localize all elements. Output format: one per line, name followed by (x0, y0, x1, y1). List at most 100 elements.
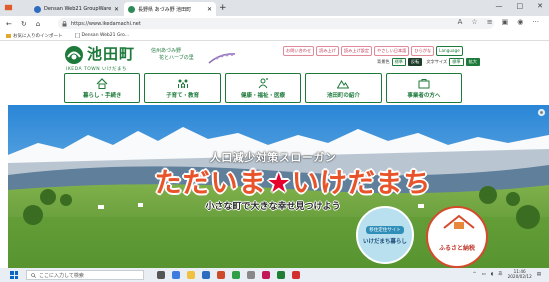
lock-icon (62, 20, 67, 26)
read-aloud-settings-link[interactable]: 読み上げ設定 (340, 46, 373, 56)
back-icon[interactable]: ← (6, 20, 12, 28)
volume-icon[interactable]: ◖ (491, 272, 493, 277)
health-icon (258, 77, 269, 88)
favorite-star-icon[interactable]: ☆ (471, 18, 477, 26)
nav-business[interactable]: 事業者の方へ (385, 73, 463, 103)
tab-title: 長野県 あづみ野 池田町 (138, 6, 192, 13)
favorite-import[interactable]: お気に入りのインポート (6, 33, 63, 39)
site-logo-text[interactable]: 池田町 (87, 43, 135, 64)
slogan-main-part: いけだまち (291, 168, 432, 199)
more-menu-icon[interactable]: ··· (532, 18, 539, 26)
acrobat-icon[interactable] (292, 271, 300, 279)
start-button[interactable] (10, 271, 18, 279)
favorite-label: お気に入りのインポート (13, 33, 63, 39)
browser-toolbar: A ☆ ≡ ▣ ◉ ··· (458, 18, 539, 26)
display-options: 背景色 標準 反転 文字サイズ 標準 拡大 (377, 58, 480, 66)
clock[interactable]: 11:46 2020/02/12 (508, 269, 532, 279)
maximize-button[interactable]: □ (517, 2, 524, 10)
slogan-main-part: ただいま (154, 168, 267, 199)
settings-gear-icon[interactable] (537, 108, 546, 117)
app-icon[interactable] (247, 271, 255, 279)
collections-icon[interactable]: ▣ (502, 18, 509, 26)
page-icon (74, 33, 80, 38)
contact-link[interactable]: お問い合わせ (283, 46, 315, 56)
house-icon (96, 77, 108, 89)
network-icon[interactable]: ▭ (481, 272, 485, 277)
task-view-icon[interactable] (157, 271, 165, 279)
system-tray: ^ ▭ ◖ あ 11:46 2020/02/12 ▤ (473, 269, 541, 279)
chrome-icon[interactable] (232, 271, 240, 279)
browser-tab-bar: Densan Web21 GroupWare v4.1.8 ✕ 長野県 あづみ野… (0, 0, 549, 16)
nav-label: 健康・福祉・医療 (241, 92, 286, 99)
tray-chevron-icon[interactable]: ^ (473, 272, 477, 277)
briefcase-icon (418, 78, 430, 88)
search-icon (31, 272, 36, 278)
tagline-line: 花とハーブの里 (159, 55, 194, 61)
read-aloud-link[interactable]: 読み上げ (316, 46, 339, 56)
clock-date: 2020/02/12 (507, 274, 532, 279)
explorer-icon[interactable] (187, 271, 195, 279)
favorites-list-icon[interactable]: ≡ (487, 18, 493, 26)
minimize-button[interactable]: — (496, 2, 503, 10)
new-tab-button[interactable]: + (219, 3, 227, 13)
window-controls: — □ ✕ (496, 2, 544, 10)
outlook-icon[interactable] (202, 271, 210, 279)
hometown-tax-badge[interactable]: ふるさと納税 (426, 206, 488, 268)
browser-tab-groupware[interactable]: Densan Web21 GroupWare v4.1.8 ✕ (30, 2, 123, 16)
bg-standard-button[interactable]: 標準 (391, 58, 406, 66)
home-icon[interactable]: ⌂ (36, 20, 40, 28)
os-taskbar: ここに入力して検索 ^ ▭ ◖ あ 11:46 2020/02/12 ▤ (0, 268, 549, 282)
taskbar-apps (157, 271, 300, 279)
gift-roof-icon (443, 214, 475, 229)
easy-japanese-link[interactable]: やさしい日本語 (374, 46, 410, 56)
browser-tab-ikeda[interactable]: 長野県 あづみ野 池田町 ✕ (124, 2, 216, 16)
category-nav: 暮らし・手続き 子育て・教育 健康・福祉・医療 池田町の紹介 事業者の方へ (64, 73, 463, 103)
read-aloud-icon[interactable]: A (458, 18, 463, 26)
favorite-densan[interactable]: Densan Web21 Gro... (74, 33, 130, 38)
hero-banner[interactable]: 人口減少対策スローガン ただいま★いけだまち 小さな町で大きな幸せ見つけよう 移… (8, 105, 549, 268)
tagline-line: 信州あづみ野 (151, 48, 182, 54)
favorite-label: Densan Web21 Gro... (81, 33, 130, 38)
taskbar-search-input[interactable]: ここに入力して検索 (26, 270, 144, 280)
nav-health[interactable]: 健康・福祉・医療 (224, 73, 302, 103)
size-large-button[interactable]: 拡大 (465, 58, 480, 66)
search-placeholder: ここに入力して検索 (39, 272, 84, 279)
close-window-button[interactable]: ✕ (537, 2, 543, 10)
excel-icon[interactable] (277, 271, 285, 279)
tab-favicon-icon (34, 5, 41, 13)
app-icon[interactable] (262, 271, 270, 279)
window-menu-icon[interactable] (4, 3, 13, 12)
size-standard-button[interactable]: 標準 (449, 58, 464, 66)
mountain-icon (337, 79, 350, 88)
nav-label: 暮らし・手続き (82, 92, 122, 99)
notification-icon[interactable]: ▤ (537, 272, 541, 277)
migration-site-badge[interactable]: 移住定住サイト いけだまち暮らし (356, 206, 414, 264)
profile-icon[interactable]: ◉ (517, 18, 523, 26)
tab-close-icon[interactable]: ✕ (207, 6, 212, 13)
refresh-icon[interactable]: ↻ (21, 20, 27, 28)
nav-label: 池田町の紹介 (326, 92, 360, 99)
app-icon[interactable] (217, 271, 225, 279)
ime-indicator[interactable]: あ (498, 271, 503, 277)
nav-living[interactable]: 暮らし・手続き (64, 73, 141, 103)
language-link[interactable]: Language (436, 46, 463, 56)
family-icon (177, 79, 188, 88)
edge-icon[interactable] (172, 271, 180, 279)
slogan-main: ただいま★いけだまち (128, 161, 458, 200)
slogan-subtitle: 小さな町で大きな幸せ見つけよう (205, 202, 341, 212)
lavender-decoration-icon (208, 53, 236, 64)
bg-invert-button[interactable]: 反転 (407, 58, 423, 66)
tab-favicon-icon (128, 5, 135, 13)
nav-childcare[interactable]: 子育て・教育 (144, 73, 221, 103)
badge-title: いけだまち暮らし (363, 238, 407, 245)
site-logo-subtitle: IKEDA TOWN いけだまち (66, 67, 127, 72)
hiragana-link[interactable]: ひらがな (411, 46, 435, 56)
url-text: https://www.ikedamachi.net (71, 20, 141, 27)
utility-links: お問い合わせ 読み上げ 読み上げ設定 やさしい日本語 ひらがな Language (283, 46, 463, 56)
site-header: 池田町 IKEDA TOWN いけだまち 信州あづみ野 花とハーブの里 お問い合… (0, 41, 549, 72)
url-field[interactable]: https://www.ikedamachi.net (58, 18, 494, 29)
nav-town-intro[interactable]: 池田町の紹介 (305, 73, 382, 103)
favorites-bar: お気に入りのインポート Densan Web21 Gro... (0, 31, 549, 41)
town-emblem-icon[interactable] (64, 45, 84, 65)
tab-close-icon[interactable]: ✕ (114, 6, 119, 13)
